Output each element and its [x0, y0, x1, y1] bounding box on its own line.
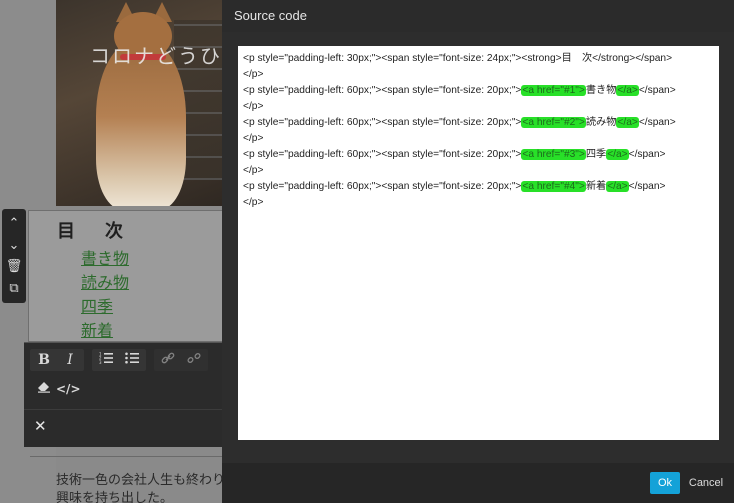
toc-link-4[interactable]: 新着	[81, 317, 113, 341]
code-link-text: 四季	[585, 149, 607, 160]
source-code-dialog: Source code <p style="padding-left: 30px…	[222, 0, 734, 503]
source-code-textarea[interactable]: <p style="padding-left: 30px;"><span sty…	[238, 46, 719, 440]
block-side-toolbar: ⌃ ⌄ 🗑 ⧉	[2, 209, 26, 303]
code-link-text: 新着	[585, 181, 607, 192]
toolbar-divider	[24, 409, 222, 410]
body-line: 技術一色の会社人生も終わり	[56, 473, 222, 488]
code-text: </p>	[243, 69, 264, 80]
svg-text:3: 3	[99, 360, 102, 364]
code-text: <p style="padding-left: 60px;"><span sty…	[243, 149, 522, 160]
code-line: <p style="padding-left: 60px;"><span sty…	[243, 147, 714, 163]
code-line: <p style="padding-left: 60px;"><span sty…	[243, 83, 714, 99]
link-group	[154, 349, 208, 371]
code-text: </p>	[243, 101, 264, 112]
toolbar-row-2: </>	[32, 381, 222, 397]
code-text: <p style="padding-left: 60px;"><span sty…	[243, 85, 522, 96]
code-line: <p style="padding-left: 60px;"><span sty…	[243, 179, 714, 195]
toc-link-2[interactable]: 読み物	[81, 269, 129, 293]
code-text: <p style="padding-left: 60px;"><span sty…	[243, 181, 522, 192]
eraser-icon[interactable]	[32, 381, 56, 397]
link-icon[interactable]	[156, 352, 180, 368]
code-text: <p style="padding-left: 60px;"><span sty…	[243, 117, 522, 128]
body-paragraph: 技術一色の会社人生も終わり 興味を持ち出した。	[56, 472, 222, 503]
source-code-icon[interactable]: </>	[56, 382, 81, 396]
bold-button[interactable]: B	[32, 352, 56, 368]
text-block[interactable]: 目 次 書き物 読み物 四季 新着	[28, 210, 222, 342]
cat-photo: コロナどうひろ	[56, 0, 222, 206]
code-text: </p>	[243, 165, 264, 176]
move-up-icon[interactable]: ⌃	[9, 217, 20, 230]
highlighted-anchor-open: <a href="#4">	[521, 181, 586, 192]
dialog-header: Source code	[222, 0, 734, 32]
code-text: </p>	[243, 197, 264, 208]
code-line: <p style="padding-left: 30px;"><span sty…	[243, 51, 714, 67]
unlink-icon[interactable]	[182, 352, 206, 368]
page-editor: コロナどうひろ ⌃ ⌄ 🗑 ⧉ 目 次 書き物 読み物 四季 新着 B I 12…	[0, 0, 222, 503]
duplicate-icon[interactable]: ⧉	[9, 282, 18, 295]
trash-icon[interactable]: 🗑	[6, 260, 23, 273]
code-line: </p>	[243, 67, 714, 83]
dialog-footer: Ok Cancel	[222, 463, 734, 503]
code-line: <p style="padding-left: 60px;"><span sty…	[243, 115, 714, 131]
cancel-button[interactable]: Cancel	[686, 472, 726, 494]
list-group: 123	[92, 349, 146, 371]
move-down-icon[interactable]: ⌄	[9, 239, 20, 252]
italic-button[interactable]: I	[58, 352, 82, 368]
highlighted-anchor-open: <a href="#1">	[521, 85, 586, 96]
code-text: <p style="padding-left: 30px;"><span sty…	[243, 53, 673, 64]
body-line: 興味を持ち出した。	[56, 491, 174, 503]
highlighted-anchor-close: </a>	[606, 149, 629, 160]
close-icon[interactable]: ✕	[34, 417, 47, 435]
ok-button[interactable]: Ok	[650, 472, 680, 494]
highlighted-anchor-open: <a href="#3">	[521, 149, 586, 160]
highlighted-anchor-close: </a>	[616, 85, 639, 96]
code-text: </span>	[628, 181, 666, 192]
code-text: </span>	[638, 85, 676, 96]
format-toolbar: B I 123 </> ✕	[24, 342, 222, 447]
horizontal-rule	[30, 456, 222, 457]
code-link-text: 書き物	[585, 85, 617, 96]
highlighted-anchor-close: </a>	[616, 117, 639, 128]
code-line: </p>	[243, 195, 714, 211]
toc-heading: 目 次	[57, 221, 129, 242]
code-text: </p>	[243, 133, 264, 144]
dialog-title: Source code	[234, 8, 307, 23]
highlighted-anchor-close: </a>	[606, 181, 629, 192]
code-line: </p>	[243, 131, 714, 147]
code-line: </p>	[243, 163, 714, 179]
toc-link-3[interactable]: 四季	[81, 293, 113, 317]
highlighted-anchor-open: <a href="#2">	[521, 117, 586, 128]
code-text: </span>	[638, 117, 676, 128]
photo-caption: コロナどうひろ	[90, 44, 222, 68]
toc-link-1[interactable]: 書き物	[81, 245, 129, 269]
bullet-list-icon[interactable]	[120, 352, 144, 368]
code-text: </span>	[628, 149, 666, 160]
toolbar-row-1: B I 123	[30, 349, 222, 371]
code-link-text: 読み物	[585, 117, 617, 128]
code-line: </p>	[243, 99, 714, 115]
ordered-list-icon[interactable]: 123	[94, 352, 118, 368]
text-style-group: B I	[30, 349, 84, 371]
